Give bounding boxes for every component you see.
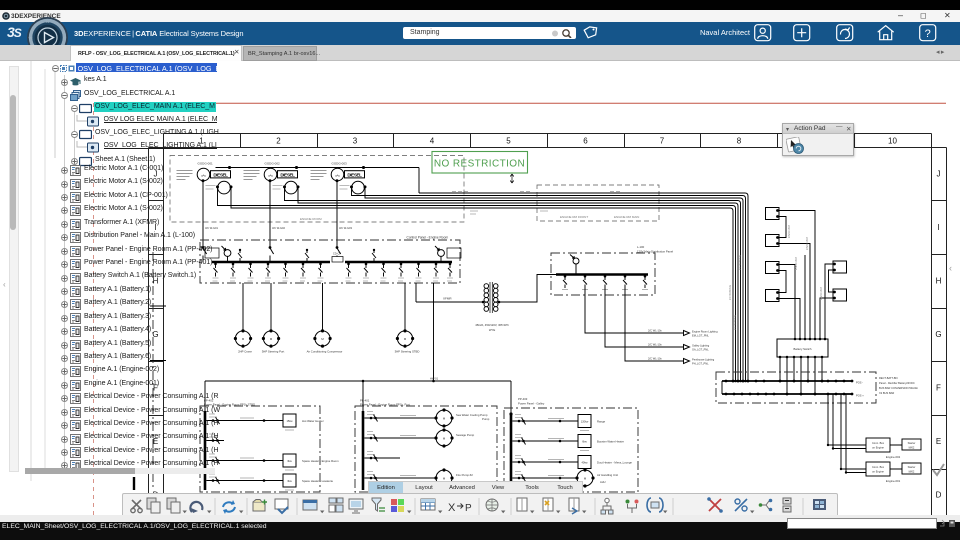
svg-text:‹: ‹ — [949, 263, 952, 273]
svg-text:6kw: 6kw — [582, 440, 587, 444]
svg-text:Battery Switch: Battery Switch — [794, 347, 812, 351]
svg-text:PH_LGT_PNL: PH_LGT_PNL — [692, 362, 709, 366]
svg-text:F: F — [936, 384, 941, 393]
svg-text:I: I — [937, 223, 939, 232]
svg-text:Χ: Χ — [448, 502, 456, 514]
svg-text:W: W — [29, 36, 33, 41]
svg-text:24VDC-BAT: 24VDC-BAT — [806, 236, 809, 250]
svg-text:3/C W-G02: 3/C W-G02 — [272, 226, 285, 230]
svg-text:3: 3 — [353, 137, 358, 146]
svg-text:Conn. Box: Conn. Box — [872, 465, 885, 469]
svg-text:N: N — [46, 19, 49, 24]
svg-text:?: ? — [925, 28, 931, 40]
svg-text:Starter: Starter — [908, 465, 916, 469]
svg-text:POS +: POS + — [856, 394, 864, 398]
svg-text:D: D — [936, 491, 942, 500]
svg-text:2/C WL-10x: 2/C WL-10x — [648, 343, 662, 347]
svg-text:3/C W-G03: 3/C W-G03 — [339, 226, 352, 230]
svg-text:3kw: 3kw — [287, 479, 292, 483]
svg-text:uAu: uAu — [268, 174, 274, 178]
svg-text:H: H — [936, 277, 942, 286]
svg-text:Panel - Rectifier Battery24VDC: Panel - Rectifier Battery24VDC — [879, 381, 915, 385]
svg-text:2/C W-BAT-0x: 2/C W-BAT-0x — [729, 284, 732, 300]
svg-text:6: 6 — [583, 137, 588, 146]
svg-text:40kw: 40kw — [581, 461, 587, 465]
svg-text:J: J — [937, 170, 941, 179]
svg-text:2/C WL-10x: 2/C WL-10x — [648, 357, 662, 361]
svg-text:HW-01: HW-01 — [430, 377, 439, 381]
svg-text:E: E — [936, 437, 941, 446]
svg-text:CD-CP: CD-CP — [333, 252, 341, 256]
svg-text:BUS BAR CONVERSION 50A/2in: BUS BAR CONVERSION 50A/2in — [879, 386, 919, 390]
svg-text:GGDG-002: GGDG-002 — [265, 162, 281, 166]
svg-text:P: P — [465, 503, 472, 514]
svg-text:Power Panel - Galley: Power Panel - Galley — [518, 402, 545, 406]
svg-text:ENGINE RM FRONT: ENGINE RM FRONT — [560, 215, 588, 219]
svg-text:M/02: M/02 — [909, 446, 915, 450]
svg-text:5: 5 — [506, 137, 511, 146]
svg-text:8: 8 — [737, 137, 742, 146]
svg-text:Air Handling Unit: Air Handling Unit — [597, 473, 618, 477]
svg-text:Range: Range — [597, 420, 606, 424]
svg-text:Engine-001: Engine-001 — [886, 479, 901, 483]
svg-text:GGDG-003: GGDG-003 — [332, 162, 348, 166]
svg-text:Starter: Starter — [908, 441, 916, 445]
svg-text:E: E — [63, 36, 66, 41]
svg-text:L-100: L-100 — [637, 245, 645, 249]
svg-text:XFMR: XFMR — [443, 297, 452, 301]
svg-text:4: 4 — [430, 137, 435, 146]
svg-text:ENGINE ROOM: ENGINE ROOM — [300, 217, 322, 221]
svg-text:45kVA, 450/120V, 3Ph/1Ph: 45kVA, 450/120V, 3Ph/1Ph — [475, 323, 509, 327]
svg-text:uAu: uAu — [335, 174, 341, 178]
svg-text:DIESEL: DIESEL — [280, 172, 295, 177]
svg-text:Space Heater - Engine Room: Space Heater - Engine Room — [302, 459, 339, 463]
svg-text:NO RESTRICTION: NO RESTRICTION — [434, 159, 525, 170]
svg-text:DIESEL: DIESEL — [347, 172, 362, 177]
svg-text:2: 2 — [276, 137, 281, 146]
svg-text:15kw: 15kw — [286, 419, 292, 423]
svg-text:24VDC-BAT: 24VDC-BAT — [820, 286, 823, 300]
svg-text:Booster Water Heater: Booster Water Heater — [597, 440, 624, 444]
svg-text:EM_LGT_PNL: EM_LGT_PNL — [692, 334, 709, 338]
svg-text:3kw: 3kw — [287, 459, 292, 463]
svg-text:Engine Room Lighting: Engine Room Lighting — [692, 330, 718, 334]
svg-text:10: 10 — [888, 137, 897, 146]
svg-text:2/C WL-10x: 2/C WL-10x — [648, 329, 662, 333]
svg-text:Engine-002: Engine-002 — [886, 455, 901, 459]
svg-text:120V Main Distribution Panel: 120V Main Distribution Panel — [637, 250, 673, 254]
svg-text:Galley Lighting: Galley Lighting — [692, 344, 710, 348]
svg-text:120kw: 120kw — [581, 420, 589, 424]
svg-text:AHU: AHU — [600, 480, 606, 484]
svg-text:3HP Steering STBD: 3HP Steering STBD — [395, 350, 420, 354]
svg-text:WYE: WYE — [489, 328, 496, 332]
svg-text:Penthouse Lighting: Penthouse Lighting — [692, 358, 715, 362]
svg-text:Fire Pump #2: Fire Pump #2 — [456, 473, 473, 477]
svg-text:24VDC-BAT: 24VDC-BAT — [795, 256, 798, 270]
svg-text:24VDC-BAT: 24VDC-BAT — [788, 224, 791, 238]
svg-text:Air Conditioning Compressor: Air Conditioning Compressor — [307, 350, 343, 354]
svg-text:Pump: Pump — [482, 417, 490, 421]
svg-text:RECT-BATT-BN: RECT-BATT-BN — [879, 376, 898, 380]
svg-text:ENGINE RM MAIN: ENGINE RM MAIN — [614, 215, 639, 219]
svg-text:7: 7 — [660, 137, 665, 146]
svg-text:2/C W-BAT-0x: 2/C W-BAT-0x — [739, 254, 742, 270]
svg-text:Hot Water Heater: Hot Water Heater — [302, 419, 324, 423]
svg-text:3HP Steering Port: 3HP Steering Port — [262, 350, 285, 354]
svg-text:Duct Heater - Mess_Lounge: Duct Heater - Mess_Lounge — [597, 461, 632, 465]
svg-text:GA_LGT_PNL: GA_LGT_PNL — [692, 348, 709, 352]
svg-text:Conn. Box: Conn. Box — [872, 441, 885, 445]
svg-text:on Engine: on Engine — [872, 446, 884, 450]
svg-text:POS -: POS - — [856, 381, 863, 385]
svg-text:Control Panel - Engine Room: Control Panel - Engine Room — [407, 236, 449, 240]
svg-text:PP-403: PP-403 — [518, 397, 528, 401]
svg-text:Space Heater - Lavatorie: Space Heater - Lavatorie — [302, 479, 334, 483]
svg-text:Power Panel - Engine Room PP1: Power Panel - Engine Room PP1b, Port — [360, 403, 410, 407]
svg-text:G: G — [935, 330, 941, 339]
svg-text:M/02: M/02 — [909, 470, 915, 474]
svg-text:Sewage Pump: Sewage Pump — [456, 433, 475, 437]
svg-text:on Engine: on Engine — [872, 470, 884, 474]
svg-text:2/C W-BAT-0x: 2/C W-BAT-0x — [734, 314, 737, 330]
svg-text:X2 BUS BAR: X2 BUS BAR — [879, 391, 894, 395]
